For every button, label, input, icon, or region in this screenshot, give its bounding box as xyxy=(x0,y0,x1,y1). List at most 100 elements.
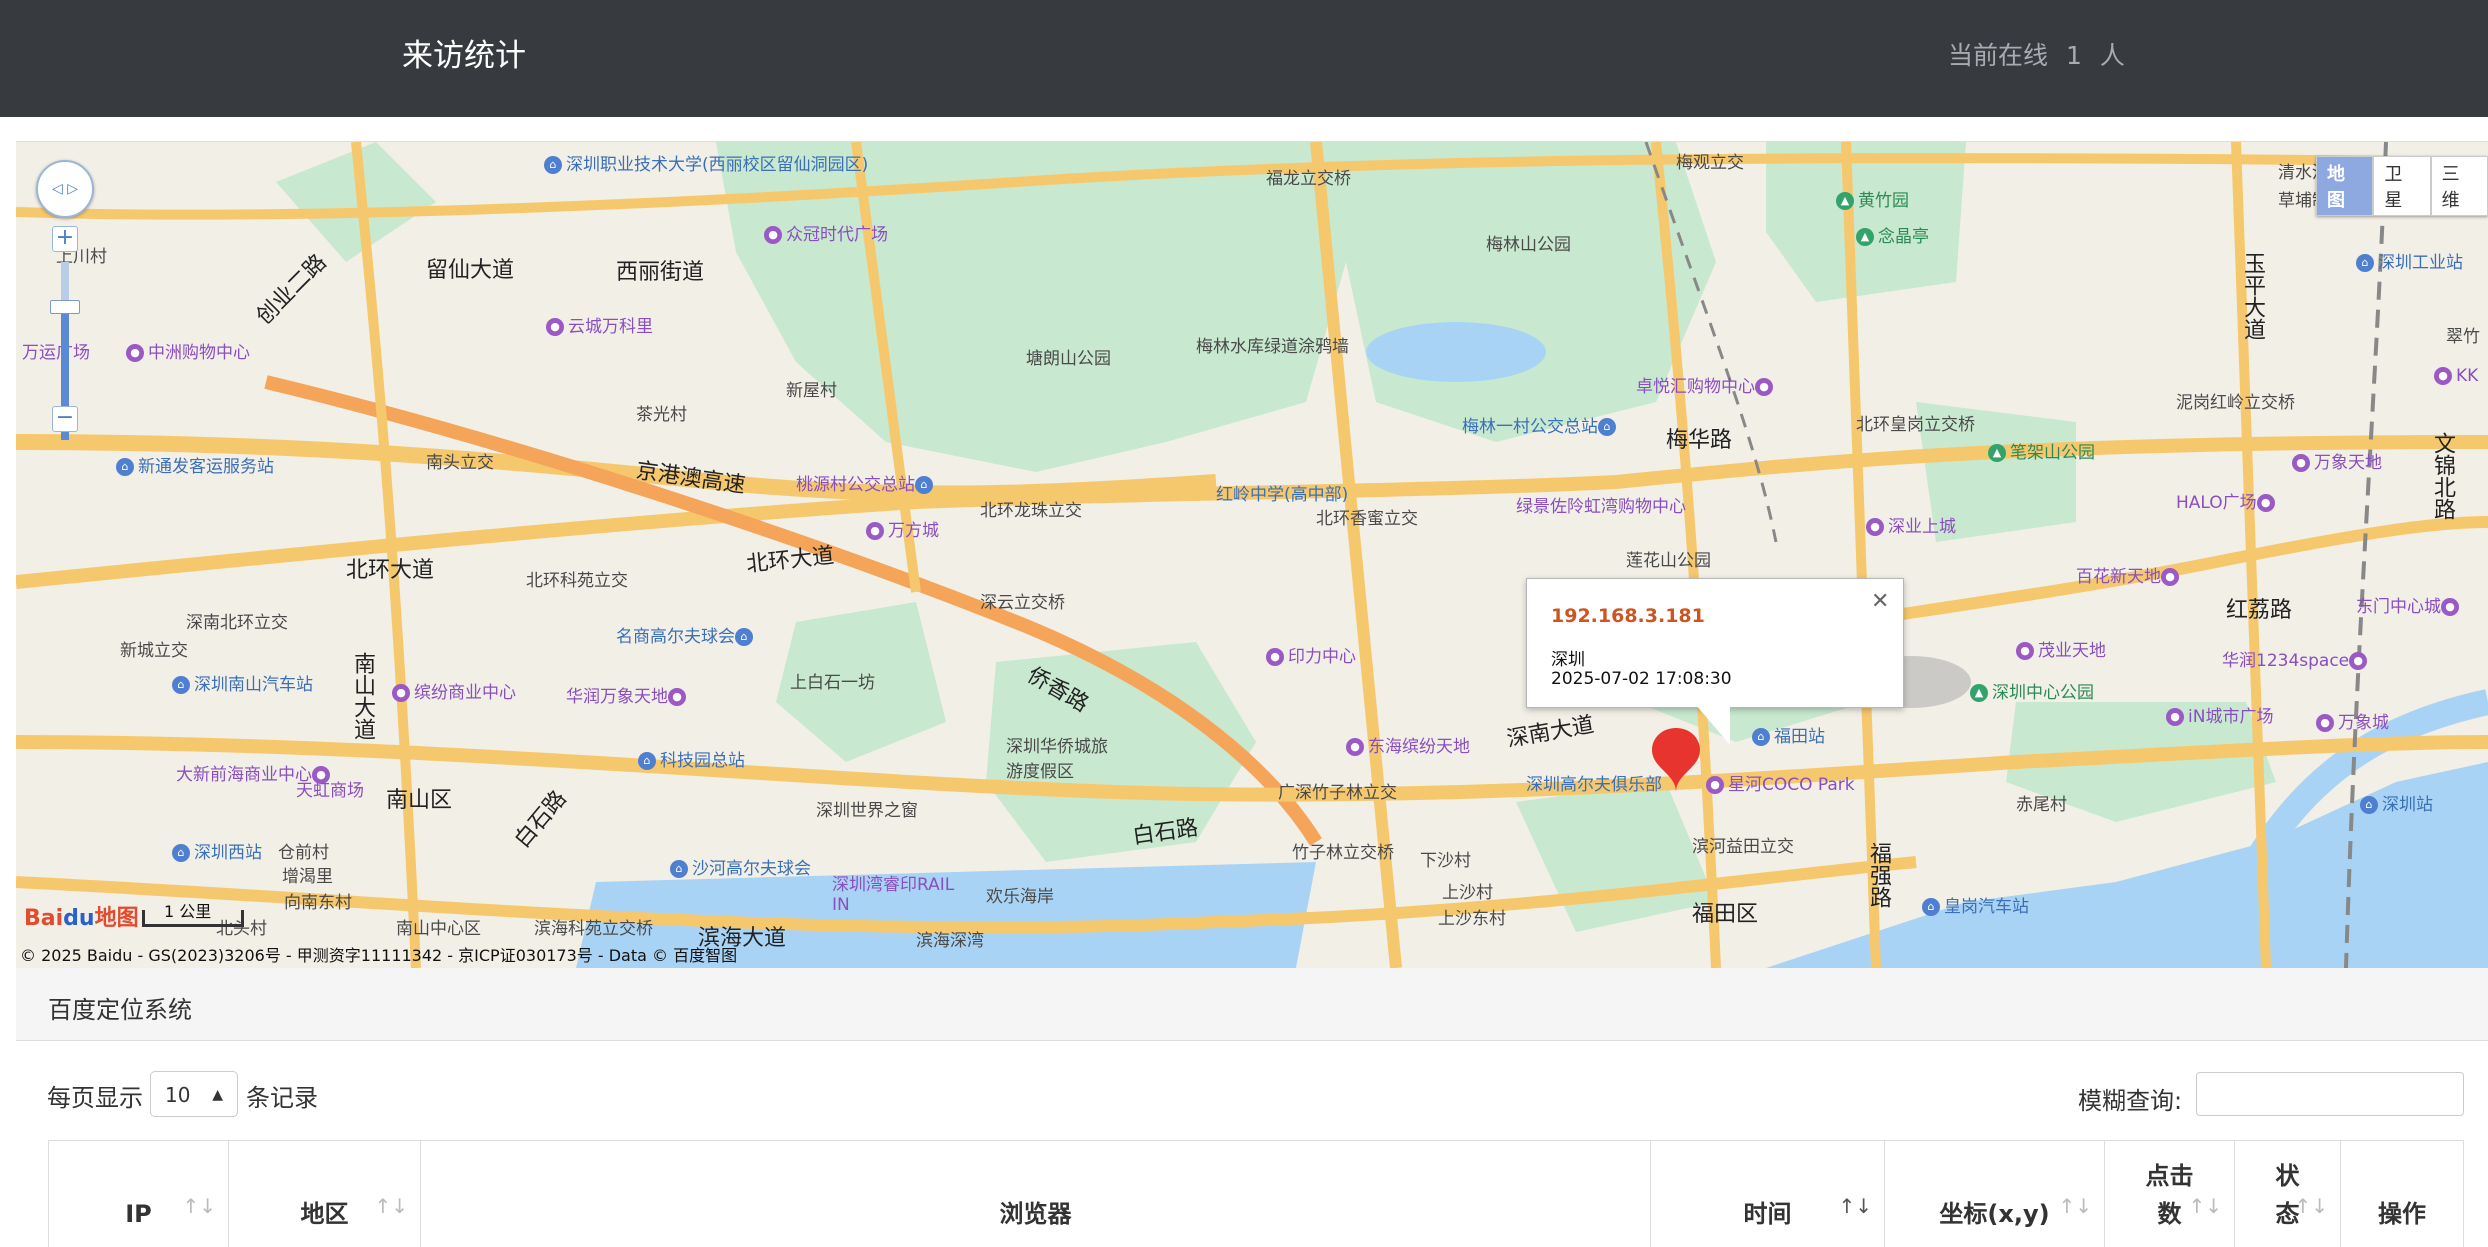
map-type-normal[interactable]: 地图 xyxy=(2316,156,2374,216)
map-label: 滨海科苑立交桥 xyxy=(534,919,653,939)
column-clicks[interactable]: 点击 数 ↑↓ xyxy=(2105,1141,2235,1247)
map-label: 百花新天地 ● xyxy=(2076,562,2183,587)
top-navbar: 来访统计 当前在线 1 人 xyxy=(0,0,2488,117)
map-label: 华润万象天地 ● xyxy=(566,682,690,707)
map-label: 梅林水库绿道涂鸦墙 xyxy=(1196,337,1349,357)
map-label: 深圳高尔夫俱乐部 xyxy=(1526,775,1662,795)
map-label: ⌂ 科技园总站 xyxy=(638,746,745,771)
column-status[interactable]: 状 态 ↑↓ xyxy=(2235,1141,2341,1247)
map-label: ● 深业上城 xyxy=(1866,512,1956,537)
column-ip[interactable]: IP ↑↓ xyxy=(49,1141,229,1247)
map-label: 深圳世界之窗 xyxy=(816,801,918,821)
column-time[interactable]: 时间 ↑↓ xyxy=(1651,1141,1885,1247)
map-label: 竹子林立交桥 xyxy=(1292,843,1394,863)
map-label: 南头立交 xyxy=(426,453,494,473)
map-type-3d[interactable]: 三维 xyxy=(2430,156,2488,216)
map-label: ⌂ 沙河高尔夫球会 xyxy=(670,854,811,879)
map-label: ● 云城万科里 xyxy=(546,312,653,337)
map-label: ● 印力中心 xyxy=(1266,642,1356,667)
map-label: 东门中心城 ● xyxy=(2356,592,2463,617)
map-type-satellite[interactable]: 卫星 xyxy=(2373,156,2431,216)
map-scale-label: 1 公里 xyxy=(164,902,212,921)
panel-heading: 百度定位系统 xyxy=(16,968,2488,1041)
zoom-slider-handle[interactable] xyxy=(50,300,80,314)
map-label: 仓前村 xyxy=(278,843,329,863)
map-label: 万运广场 xyxy=(22,343,90,363)
map-type-control: 地图 卫星 三维 xyxy=(2316,156,2488,216)
map-label: 华润1234space ● xyxy=(2222,646,2371,671)
map-label: 西丽街道 xyxy=(616,260,705,285)
map-label: 茶光村 xyxy=(636,405,687,425)
map-label: 上白石一坊 xyxy=(790,673,875,693)
online-status: 当前在线 1 人 xyxy=(1948,36,2135,72)
map-label: 红荔路 xyxy=(2226,598,2293,623)
sort-icon: ↑↓ xyxy=(2294,1194,2328,1218)
sort-icon: ↑↓ xyxy=(2188,1194,2222,1218)
map-label: ⌂ 深圳西站 xyxy=(172,838,262,863)
map-label: 福田区 xyxy=(1692,902,1759,927)
map-info-window: 192.168.3.181 深圳 2025-07-02 17:08:30 ✕ xyxy=(1526,578,1904,708)
map-label: 北环科苑立交 xyxy=(526,571,628,591)
sort-icon: ↑↓ xyxy=(374,1194,408,1218)
map-label: ● iN城市广场 xyxy=(2166,702,2273,727)
sort-desc-icon: ↑↓ xyxy=(1838,1194,1872,1218)
map-label: 福龙立交桥 xyxy=(1266,169,1351,189)
map-label: 桃源村公交总站 ⌂ xyxy=(796,470,937,495)
map-label: ⌂ 皇岗汽车站 xyxy=(1922,892,2029,917)
column-region[interactable]: 地区 ↑↓ xyxy=(229,1141,421,1247)
map-label: ● 星河COCO Park xyxy=(1706,770,1855,795)
online-prefix: 当前在线 xyxy=(1948,41,2049,70)
map-label: 深云立交桥 xyxy=(980,593,1065,613)
map-label: 上沙村 xyxy=(1442,883,1493,903)
map-label: 深圳华侨城旅游度假区 xyxy=(1006,737,1108,782)
online-count: 1 xyxy=(2065,41,2082,70)
map-label: 卓悦汇购物中心 ● xyxy=(1636,372,1777,397)
map-label: 南山区 xyxy=(386,788,453,813)
map-label: ● 中洲购物中心 xyxy=(126,338,250,363)
page-length-select[interactable]: 10 ▲ xyxy=(150,1071,238,1117)
map-label: 下沙村 xyxy=(1420,851,1471,871)
map-label: 新屋村 xyxy=(786,381,837,401)
map-label: 欢乐海岸 xyxy=(986,887,1054,907)
map-label: 名商高尔夫球会 ⌂ xyxy=(616,622,757,647)
map-label: 北环大道 xyxy=(346,558,435,583)
map-label: 北环龙珠立交 xyxy=(980,501,1082,521)
map-label: 绿景佐阾虹湾购物中心 xyxy=(1516,497,1686,517)
map-label: 深南北环立交 xyxy=(186,613,288,633)
map-label: 上沙东村 xyxy=(1438,909,1506,929)
map-label: ● KK xyxy=(2434,366,2478,386)
column-browser[interactable]: 浏览器 xyxy=(421,1141,1651,1247)
map-label: ▲ 念晶亭 xyxy=(1856,222,1929,247)
column-actions: 操作 xyxy=(2378,1200,2426,1228)
map-label: ▲ 深圳中心公园 xyxy=(1970,678,2094,703)
map-label: ● 万象城 xyxy=(2316,708,2389,733)
baidu-logo[interactable]: Baidu地图 xyxy=(24,900,139,932)
map-label: ▲ 黄竹园 xyxy=(1836,186,1909,211)
map-label: ▲ 笔架山公园 xyxy=(1988,438,2095,463)
column-coords[interactable]: 坐标(x,y) ↑↓ xyxy=(1885,1141,2105,1247)
map-label: ● 万象天地 xyxy=(2292,448,2382,473)
online-suffix: 人 xyxy=(2099,41,2125,70)
map-label: ⌂ 深圳南山汽车站 xyxy=(172,670,313,695)
info-city: 深圳 xyxy=(1551,650,1585,670)
map-label: 文锦北路 xyxy=(2430,432,2455,520)
map-label: ● 东海缤纷天地 xyxy=(1346,732,1470,757)
zoom-in-button[interactable]: + xyxy=(52,226,78,252)
select-caret-icon: ▲ xyxy=(212,1087,223,1103)
map-label: 滨海深湾 xyxy=(916,931,984,951)
page-title[interactable]: 来访统计 xyxy=(402,30,526,75)
map-label: 梅林山公园 xyxy=(1486,235,1571,255)
map-label: ⌂ 福田站 xyxy=(1752,722,1825,747)
sort-icon: ↑↓ xyxy=(2058,1194,2092,1218)
baidu-map[interactable]: ⌂ 深圳职业技术大学(西丽校区留仙洞园区) ● 众冠时代广场 留仙大道 西丽街道 ●… xyxy=(16,141,2488,968)
map-label: 塘朗山公园 xyxy=(1026,349,1111,369)
map-label: 红岭中学(高中部) xyxy=(1216,485,1349,505)
map-label: ⌂ 新通发客运服务站 xyxy=(116,452,274,477)
search-input[interactable] xyxy=(2196,1072,2464,1116)
map-pan-control[interactable]: ◁ ▷ xyxy=(36,160,94,218)
map-label: 北环香蜜立交 xyxy=(1316,509,1418,529)
map-label: 玉平大道 xyxy=(2240,252,2265,340)
info-time: 2025-07-02 17:08:30 xyxy=(1551,669,1732,689)
zoom-out-button[interactable]: − xyxy=(52,406,78,432)
close-icon[interactable]: ✕ xyxy=(1871,589,1889,614)
